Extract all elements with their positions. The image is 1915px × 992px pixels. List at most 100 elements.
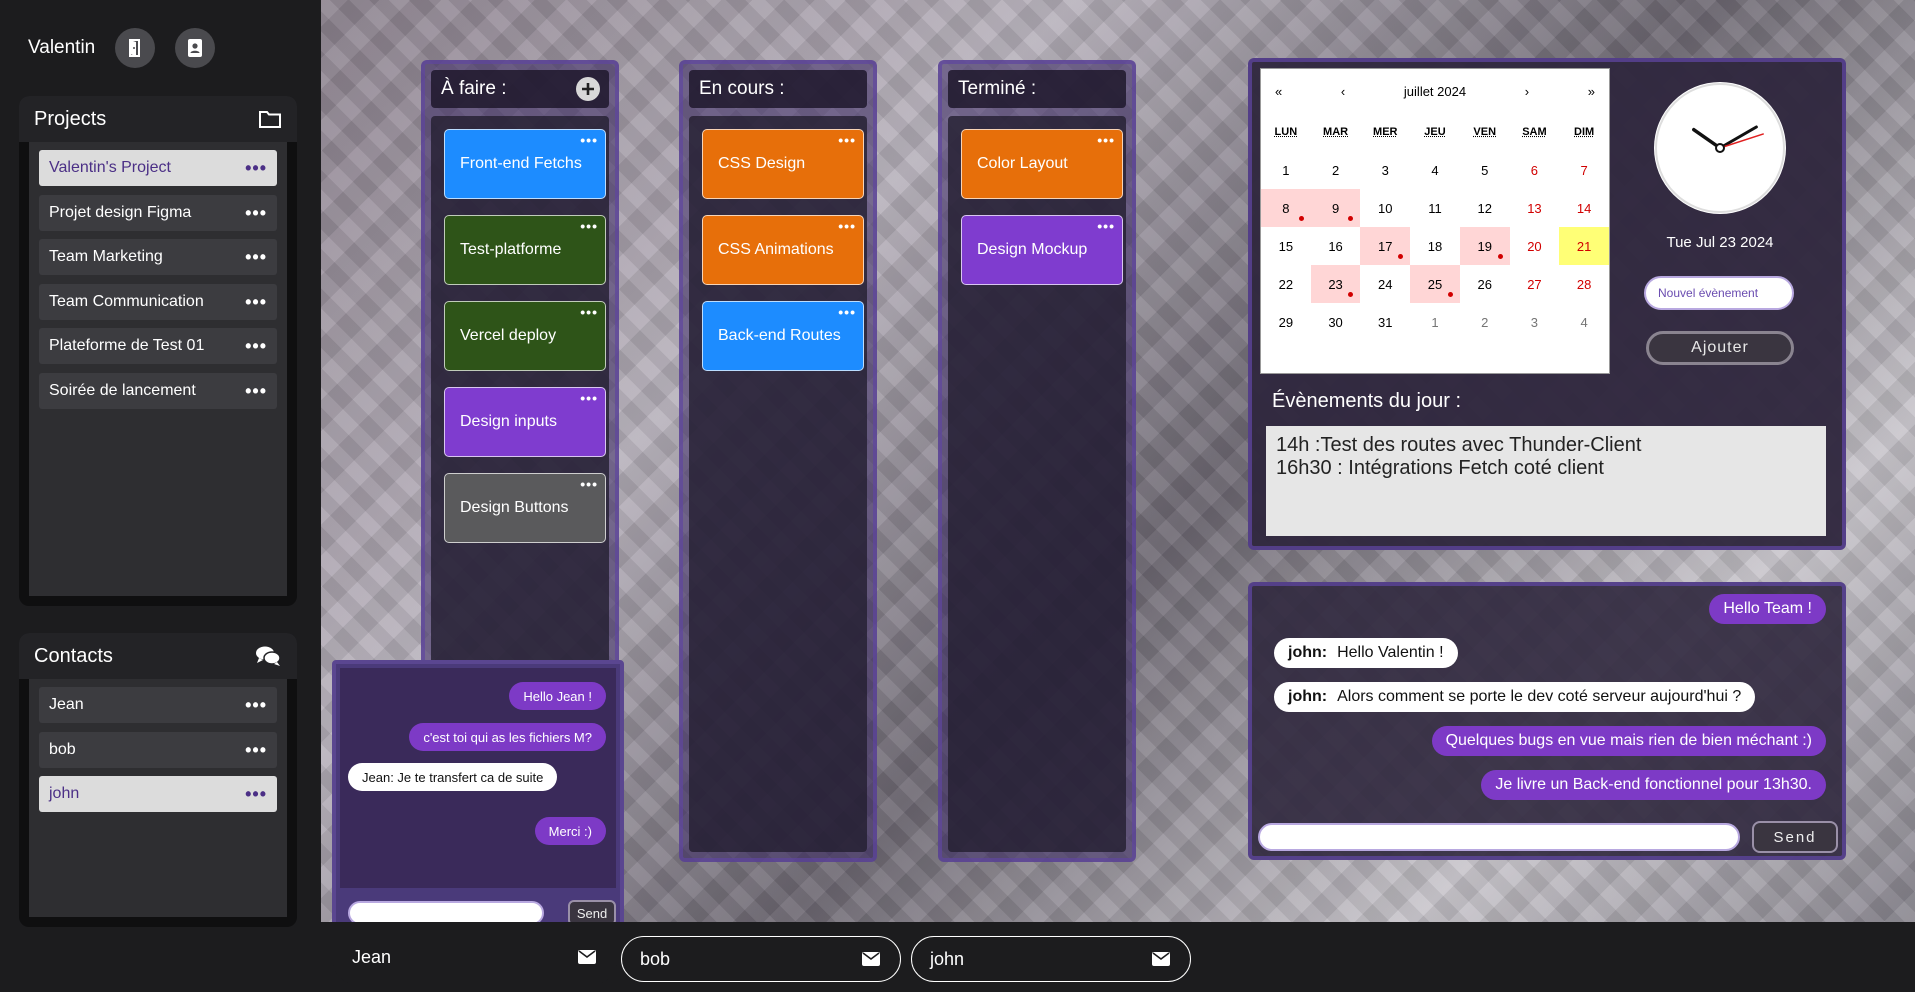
card-options-icon[interactable]: ••• — [580, 218, 598, 234]
private-chat-input[interactable] — [348, 901, 544, 922]
calendar-day[interactable]: 13 — [1510, 189, 1560, 227]
task-card[interactable]: Test-platforme ••• — [444, 215, 606, 285]
task-card[interactable]: CSS Animations ••• — [702, 215, 864, 285]
add-task-icon[interactable] — [575, 76, 601, 102]
more-options-icon[interactable]: ••• — [245, 248, 267, 266]
calendar-day[interactable]: 31 — [1360, 303, 1410, 341]
task-card[interactable]: CSS Design ••• — [702, 129, 864, 199]
calendar-day[interactable]: 8 — [1261, 189, 1311, 227]
task-card[interactable]: Vercel deploy ••• — [444, 301, 606, 371]
calendar-day[interactable]: 11 — [1410, 189, 1460, 227]
calendar-day[interactable]: 26 — [1460, 265, 1510, 303]
calendar-day[interactable]: 7 — [1559, 151, 1609, 189]
folder-icon[interactable] — [259, 110, 281, 128]
more-options-icon[interactable]: ••• — [245, 337, 267, 355]
card-options-icon[interactable]: ••• — [1097, 132, 1115, 148]
private-send-button[interactable]: Send — [568, 900, 616, 922]
contact-item[interactable]: john ••• — [39, 776, 277, 812]
contact-item[interactable]: Jean ••• — [39, 687, 277, 723]
calendar-day[interactable]: 2 — [1311, 151, 1361, 189]
task-card[interactable]: Design Buttons ••• — [444, 473, 606, 543]
chat-message-own: Merci :) — [534, 817, 606, 845]
more-options-icon[interactable]: ••• — [245, 382, 267, 400]
calendar-day[interactable]: 15 — [1261, 227, 1311, 265]
card-options-icon[interactable]: ••• — [580, 476, 598, 492]
task-card[interactable]: Design Mockup ••• — [961, 215, 1123, 285]
chat-tab-john[interactable]: john — [911, 936, 1191, 982]
calendar-day[interactable]: 21 — [1559, 227, 1609, 265]
calendar-day[interactable]: 3 — [1510, 303, 1560, 341]
project-item[interactable]: Team Communication ••• — [39, 283, 277, 320]
calendar-day[interactable]: 4 — [1559, 303, 1609, 341]
chat-bubbles-icon[interactable] — [255, 645, 281, 667]
event-dot-icon — [1398, 254, 1404, 259]
calendar-day[interactable]: 2 — [1460, 303, 1510, 341]
card-options-icon[interactable]: ••• — [838, 218, 856, 234]
task-card[interactable]: Front-end Fetchs ••• — [444, 129, 606, 199]
calendar-day[interactable]: 23 — [1310, 265, 1361, 303]
card-options-icon[interactable]: ••• — [580, 132, 598, 148]
project-item[interactable]: Soirée de lancement ••• — [39, 372, 277, 409]
calendar-day[interactable]: 27 — [1510, 265, 1560, 303]
chat-message-own: Quelques bugs en vue mais rien de bien m… — [1431, 726, 1826, 756]
more-options-icon[interactable]: ••• — [245, 293, 267, 311]
calendar-day[interactable]: 28 — [1559, 265, 1609, 303]
more-options-icon[interactable]: ••• — [245, 159, 267, 177]
chat-tab-bob[interactable]: bob — [621, 936, 901, 982]
current-date: Tue Jul 23 2024 — [1666, 234, 1774, 251]
calendar-day[interactable]: 16 — [1311, 227, 1361, 265]
more-options-icon[interactable]: ••• — [245, 785, 267, 803]
next-month-button[interactable]: › — [1525, 84, 1529, 99]
project-item[interactable]: Projet design Figma ••• — [39, 194, 277, 231]
task-card[interactable]: Back-end Routes ••• — [702, 301, 864, 371]
calendar-day[interactable]: 19 — [1459, 227, 1510, 265]
add-event-button[interactable]: Ajouter — [1646, 331, 1794, 365]
calendar-day[interactable]: 1 — [1261, 151, 1311, 189]
message-text: Jean: Je te transfert ca de suite — [362, 769, 544, 785]
calendar-day[interactable]: 29 — [1261, 303, 1311, 341]
more-options-icon[interactable]: ••• — [245, 696, 267, 714]
calendar-day[interactable]: 24 — [1360, 265, 1410, 303]
project-item[interactable]: Valentin's Project ••• — [39, 150, 277, 186]
card-options-icon[interactable]: ••• — [580, 304, 598, 320]
calendar-day[interactable]: 17 — [1360, 227, 1411, 265]
month-label[interactable]: juillet 2024 — [1404, 84, 1466, 99]
profile-card-button[interactable] — [175, 28, 216, 68]
project-item-label: Team Communication — [49, 292, 204, 310]
project-item[interactable]: Team Marketing ••• — [39, 239, 277, 275]
card-options-icon[interactable]: ••• — [838, 304, 856, 320]
next-year-button[interactable]: » — [1588, 84, 1595, 99]
task-card[interactable]: Design inputs ••• — [444, 387, 606, 457]
calendar-day[interactable]: 18 — [1410, 227, 1460, 265]
calendar-day[interactable]: 30 — [1311, 303, 1361, 341]
chat-message-own: Hello Team ! — [1709, 594, 1826, 624]
calendar-day[interactable]: 1 — [1410, 303, 1460, 341]
card-options-icon[interactable]: ••• — [1097, 218, 1115, 234]
private-chat-popup: Hello Jean ! c'est toi qui as les fichie… — [332, 660, 624, 922]
calendar-day[interactable]: 14 — [1559, 189, 1609, 227]
chat-tab-jean[interactable]: Jean — [333, 930, 617, 984]
prev-year-button[interactable]: « — [1275, 84, 1282, 99]
calendar-day[interactable]: 20 — [1510, 227, 1560, 265]
team-send-button[interactable]: Send — [1752, 821, 1838, 853]
calendar-day[interactable]: 5 — [1460, 151, 1510, 189]
prev-month-button[interactable]: ‹ — [1341, 84, 1345, 99]
calendar-day[interactable]: 12 — [1460, 189, 1510, 227]
card-options-icon[interactable]: ••• — [580, 390, 598, 406]
calendar-day[interactable]: 25 — [1410, 265, 1460, 303]
contact-item[interactable]: bob ••• — [39, 731, 277, 768]
more-options-icon[interactable]: ••• — [245, 741, 267, 759]
card-options-icon[interactable]: ••• — [838, 132, 856, 148]
project-item[interactable]: Plateforme de Test 01 ••• — [39, 328, 277, 364]
calendar-day[interactable]: 4 — [1410, 151, 1460, 189]
logout-button[interactable] — [115, 28, 156, 68]
calendar-day[interactable]: 9 — [1310, 189, 1361, 227]
calendar-day[interactable]: 10 — [1360, 189, 1410, 227]
task-card[interactable]: Color Layout ••• — [961, 129, 1123, 199]
new-event-input[interactable] — [1644, 276, 1794, 310]
calendar-day[interactable]: 22 — [1261, 265, 1311, 303]
calendar-day[interactable]: 6 — [1510, 151, 1560, 189]
team-chat-input[interactable] — [1258, 823, 1740, 851]
more-options-icon[interactable]: ••• — [245, 204, 267, 222]
calendar-day[interactable]: 3 — [1360, 151, 1410, 189]
